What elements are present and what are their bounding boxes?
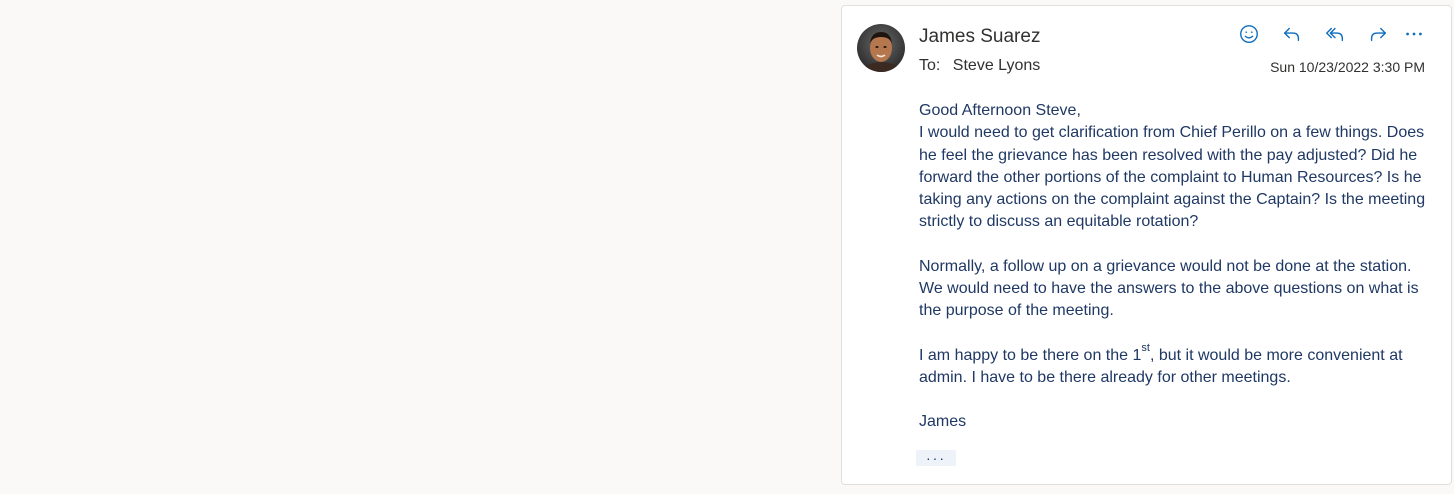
reply-all-icon (1325, 27, 1343, 42)
ordinal-suffix: st (1141, 342, 1150, 355)
react-icon (1239, 25, 1258, 43)
react-button[interactable] (1227, 22, 1270, 46)
body-paragraph: I would need to get clarification from C… (919, 124, 1426, 231)
forward-icon (1370, 27, 1386, 42)
more-actions-icon (1406, 32, 1422, 36)
reply-all-button[interactable] (1313, 22, 1356, 46)
body-signature: James (919, 413, 967, 431)
more-actions-button[interactable] (1399, 22, 1425, 46)
message-actions-toolbar (1227, 22, 1425, 46)
avatar[interactable] (857, 24, 905, 72)
recipient-line: To: Steve Lyons (919, 57, 1040, 75)
sent-date: Sun 10/23/2022 3:30 PM (1270, 59, 1425, 75)
sender-name[interactable]: James Suarez (919, 26, 1040, 48)
to-label: To: (919, 57, 941, 74)
email-reading-pane: James Suarez To: Steve Lyons Sun 10/23/2… (841, 5, 1452, 485)
body-paragraph: I am happy to be there on the 1st, but i… (919, 342, 1429, 390)
body-greeting: Good Afternoon Steve, (919, 102, 1081, 119)
recipient-name[interactable]: Steve Lyons (953, 57, 1040, 74)
reply-icon (1283, 27, 1299, 42)
body-text: I am happy to be there on the 1 (919, 346, 1142, 364)
forward-button[interactable] (1356, 22, 1399, 46)
email-body: Good Afternoon Steve, I would need to ge… (919, 100, 1429, 434)
show-trimmed-content-button[interactable]: ··· (916, 450, 956, 466)
reply-button[interactable] (1270, 22, 1313, 46)
body-paragraph: Normally, a follow up on a grievance wou… (919, 257, 1419, 320)
